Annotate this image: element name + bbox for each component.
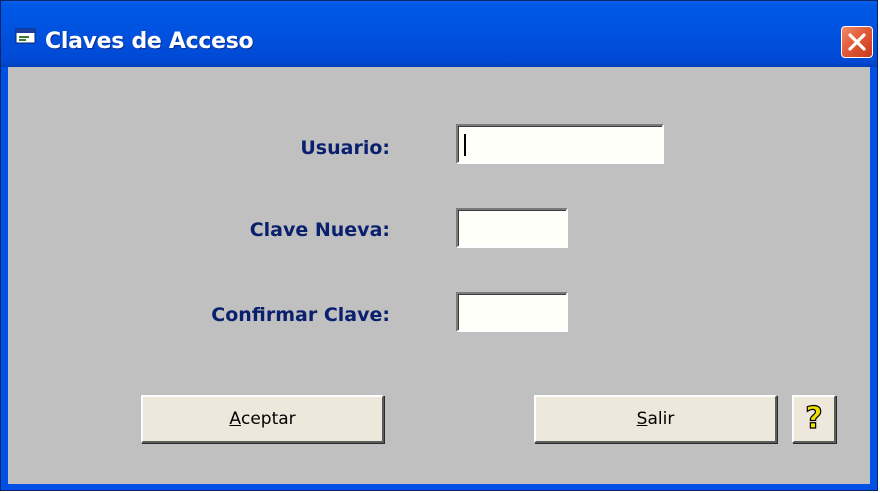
clave-nueva-input[interactable] — [456, 208, 568, 248]
close-icon — [848, 33, 866, 51]
salir-accelerator: S — [636, 409, 648, 429]
close-button[interactable] — [841, 26, 873, 58]
aceptar-button[interactable]: Aceptar — [141, 395, 384, 443]
salir-label: alir — [647, 409, 675, 429]
usuario-input[interactable] — [456, 124, 664, 164]
clave-nueva-label: Clave Nueva: — [249, 219, 390, 241]
dialog-window: Claves de Acceso Usuario: Clave Nueva: C… — [0, 0, 878, 491]
salir-button[interactable]: Salir — [534, 395, 777, 443]
title-bar[interactable]: Claves de Acceso — [1, 1, 877, 67]
window-title: Claves de Acceso — [45, 29, 254, 54]
confirmar-clave-input[interactable] — [456, 292, 568, 332]
window-icon[interactable] — [15, 28, 37, 45]
aceptar-accelerator: A — [229, 409, 241, 429]
usuario-label: Usuario: — [300, 137, 390, 159]
confirmar-clave-label: Confirmar Clave: — [211, 304, 390, 326]
help-button[interactable]: ? — [792, 395, 836, 443]
aceptar-label: ceptar — [240, 409, 296, 429]
dialog-body: Usuario: Clave Nueva: Confirmar Clave: A… — [8, 67, 870, 484]
help-icon: ? — [805, 401, 824, 436]
text-caret — [464, 134, 466, 156]
